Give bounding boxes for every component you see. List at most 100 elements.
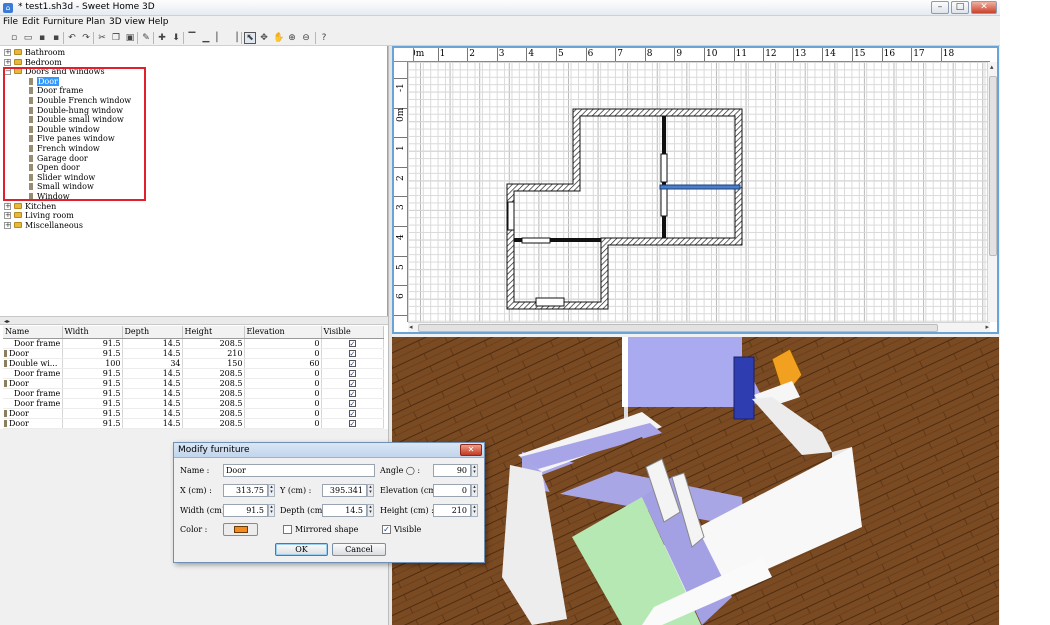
expand-icon[interactable]: +	[4, 49, 11, 56]
visible-checkbox[interactable]: ✓	[382, 525, 391, 534]
expand-icon[interactable]: +	[4, 58, 11, 66]
column-header[interactable]: Visible	[321, 326, 384, 339]
cut-icon[interactable]: ✂	[96, 32, 108, 44]
folder-icon	[14, 221, 22, 228]
align-bottom-icon[interactable]: ▁	[200, 32, 212, 44]
split-pane-divider-left[interactable]: ◂▸	[0, 316, 390, 325]
menu-3d-view[interactable]: 3D view	[109, 17, 145, 27]
scroll-left-icon[interactable]: ◂	[409, 323, 413, 331]
new-file-icon[interactable]: ▫	[8, 32, 20, 44]
select-mode-icon[interactable]: ⬉	[244, 32, 256, 44]
cancel-button[interactable]: Cancel	[332, 543, 386, 556]
cell-height: 208.5	[182, 408, 245, 419]
elevation-spinner[interactable]: ▴ ▾	[471, 484, 478, 497]
table-row[interactable]: Double wi... 100 34 150 60 ✓	[3, 358, 384, 369]
menu-furniture[interactable]: Furniture	[43, 17, 83, 27]
create-walls-icon[interactable]: ✥	[258, 32, 270, 44]
align-left-icon[interactable]: ▏	[214, 32, 226, 44]
menu-plan[interactable]: Plan	[86, 17, 105, 27]
plan-vertical-scrollbar[interactable]: ▴	[987, 62, 997, 322]
undo-icon[interactable]: ↶	[66, 32, 78, 44]
depth-spinner[interactable]: ▴ ▾	[367, 504, 374, 517]
minimize-button[interactable]: –	[931, 1, 949, 14]
close-button[interactable]: ✕	[971, 1, 997, 14]
scroll-up-icon[interactable]: ▴	[990, 63, 994, 71]
pan-icon[interactable]: ✋	[272, 32, 284, 44]
table-row[interactable]: Door 91.5 14.5 208.5 0 ✓	[3, 418, 384, 429]
visible-checkbox[interactable]: ✓	[348, 409, 356, 417]
visible-checkbox[interactable]: ✓	[348, 379, 356, 387]
open-folder-icon[interactable]: ▭	[22, 32, 34, 44]
plan-horizontal-scrollbar[interactable]: ◂ ▸	[408, 322, 990, 332]
floor-plan-drawing[interactable]	[408, 62, 990, 322]
align-right-icon[interactable]: ▕	[228, 32, 240, 44]
help-icon[interactable]: ?	[318, 32, 330, 44]
x-field[interactable]: 313.75	[223, 484, 268, 497]
visible-checkbox[interactable]: ✓	[348, 339, 356, 347]
column-header[interactable]: Depth	[122, 326, 183, 339]
visible-checkbox[interactable]: ✓	[348, 359, 356, 367]
dialog-close-button[interactable]: ✕	[460, 444, 482, 456]
tree-category-label: Living room	[25, 211, 74, 221]
align-top-icon[interactable]: ▔	[186, 32, 198, 44]
color-button[interactable]	[223, 523, 258, 536]
angle-spinner[interactable]: ▴ ▾	[471, 464, 478, 477]
copy-icon[interactable]: ❐	[110, 32, 122, 44]
visible-checkbox[interactable]: ✓	[348, 349, 356, 357]
height-field[interactable]: 210	[433, 504, 471, 517]
table-row[interactable]: Door 91.5 14.5 208.5 0 ✓	[3, 408, 384, 419]
cell-height: 208.5	[182, 338, 245, 349]
scroll-right-icon[interactable]: ▸	[985, 323, 989, 331]
y-spinner[interactable]: ▴ ▾	[367, 484, 374, 497]
expand-icon[interactable]: +	[4, 212, 11, 220]
menu-help[interactable]: Help	[148, 17, 169, 27]
zoom-out-icon[interactable]: ⊖	[300, 32, 312, 44]
table-row[interactable]: Door frame 91.5 14.5 208.5 0 ✓	[3, 398, 384, 409]
plan-grid[interactable]	[408, 62, 990, 322]
width-field[interactable]: 91.5	[223, 504, 268, 517]
plan-view[interactable]: 0m123456789101112131415161718 -10m123456…	[392, 46, 999, 334]
menu-file[interactable]: File	[3, 17, 18, 27]
height-spinner[interactable]: ▴ ▾	[471, 504, 478, 517]
table-row[interactable]: Door 91.5 14.5 210 0 ✓	[3, 348, 384, 359]
edit-icon[interactable]: ✎	[140, 32, 152, 44]
redo-icon[interactable]: ↷	[80, 32, 92, 44]
scrollbar-thumb[interactable]	[418, 324, 938, 332]
folder-icon	[14, 202, 22, 209]
column-header[interactable]: Name	[3, 326, 63, 339]
visible-checkbox[interactable]: ✓	[348, 399, 356, 407]
save-icon[interactable]: ▪	[36, 32, 48, 44]
column-header[interactable]: Width	[62, 326, 123, 339]
column-header[interactable]: Elevation	[244, 326, 322, 339]
zoom-in-icon[interactable]: ⊕	[286, 32, 298, 44]
table-row[interactable]: Door frame 91.5 14.5 208.5 0 ✓	[3, 338, 384, 349]
angle-field[interactable]: 90	[433, 464, 471, 477]
scrollbar-thumb[interactable]	[989, 76, 997, 256]
ok-button[interactable]: OK	[275, 543, 328, 556]
cell-name: Double wi...	[3, 358, 63, 369]
paste-icon[interactable]: ▣	[124, 32, 136, 44]
mirrored-shape-checkbox[interactable]	[283, 525, 292, 534]
depth-field[interactable]: 14.5	[322, 504, 367, 517]
y-field[interactable]: 395.341	[322, 484, 367, 497]
expand-icon[interactable]: +	[4, 202, 11, 210]
table-row[interactable]: Door frame 91.5 14.5 208.5 0 ✓	[3, 368, 384, 379]
visible-checkbox[interactable]: ✓	[348, 389, 356, 397]
table-row[interactable]: Door 91.5 14.5 208.5 0 ✓	[3, 378, 384, 389]
cell-depth: 14.5	[122, 388, 183, 399]
name-field[interactable]: Door	[223, 464, 375, 477]
visible-checkbox[interactable]: ✓	[348, 419, 356, 427]
width-spinner[interactable]: ▴ ▾	[268, 504, 275, 517]
cell-elevation: 0	[244, 388, 322, 399]
save-as-icon[interactable]: ▪	[50, 32, 62, 44]
add-furniture-icon[interactable]: ✚	[156, 32, 168, 44]
visible-checkbox[interactable]: ✓	[348, 369, 356, 377]
expand-icon[interactable]: +	[4, 221, 11, 229]
column-header[interactable]: Height	[182, 326, 245, 339]
menu-edit[interactable]: Edit	[22, 17, 39, 27]
elevation-field[interactable]: 0	[433, 484, 471, 497]
import-furniture-icon[interactable]: ⬇	[170, 32, 182, 44]
maximize-button[interactable]: □	[951, 1, 969, 14]
table-row[interactable]: Door frame 91.5 14.5 208.5 0 ✓	[3, 388, 384, 399]
x-spinner[interactable]: ▴ ▾	[268, 484, 275, 497]
